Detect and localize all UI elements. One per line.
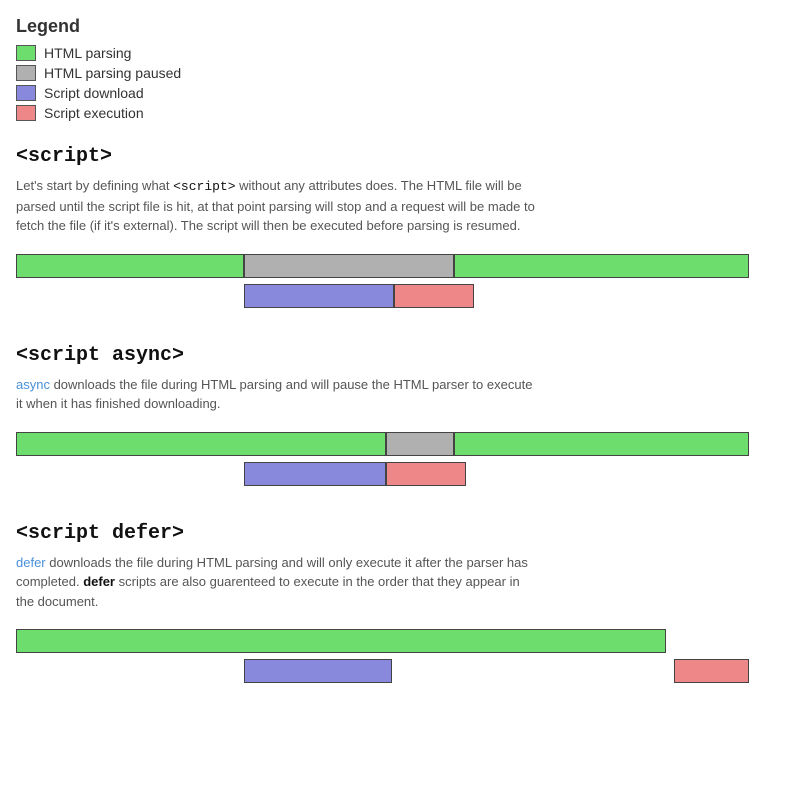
section-script: <script> Let's start by defining what <s… bbox=[16, 145, 771, 320]
legend-color-html-parsing-paused bbox=[16, 65, 36, 81]
bar-async-html-parse-paused bbox=[386, 432, 454, 456]
legend-item-script-execution: Script execution bbox=[16, 105, 771, 121]
legend-color-script-download bbox=[16, 85, 36, 101]
bar-defer-script-download bbox=[244, 659, 392, 683]
bar-script-execution bbox=[394, 284, 474, 308]
legend-color-html-parsing bbox=[16, 45, 36, 61]
defer-keyword: defer bbox=[16, 555, 46, 570]
legend-label-script-execution: Script execution bbox=[44, 105, 144, 121]
bar-async-html-parse-right bbox=[454, 432, 749, 456]
bar-defer-script-execution bbox=[674, 659, 749, 683]
legend-item-script-download: Script download bbox=[16, 85, 771, 101]
bar-script-download bbox=[244, 284, 394, 308]
legend-section: Legend HTML parsing HTML parsing paused … bbox=[16, 16, 771, 121]
section-script-defer-desc: defer downloads the file during HTML par… bbox=[16, 553, 536, 612]
bar-async-script-execution bbox=[386, 462, 466, 486]
bar-defer-html-parse bbox=[16, 629, 666, 653]
section-script-async-desc: async downloads the file during HTML par… bbox=[16, 375, 536, 414]
section-script-title: <script> bbox=[16, 145, 771, 168]
section-script-defer: <script defer> defer downloads the file … bbox=[16, 522, 771, 696]
legend-label-html-parsing: HTML parsing bbox=[44, 45, 131, 61]
section-script-async: <script async> async downloads the file … bbox=[16, 344, 771, 498]
defer-keyword-bold: defer bbox=[83, 574, 115, 589]
legend-title: Legend bbox=[16, 16, 771, 37]
bar-html-parse-left bbox=[16, 254, 244, 278]
legend-item-html-parsing-paused: HTML parsing paused bbox=[16, 65, 771, 81]
diagram-script-defer bbox=[16, 625, 756, 695]
bar-async-script-download bbox=[244, 462, 386, 486]
legend-label-script-download: Script download bbox=[44, 85, 144, 101]
async-keyword: async bbox=[16, 377, 50, 392]
legend-label-html-parsing-paused: HTML parsing paused bbox=[44, 65, 181, 81]
section-script-desc: Let's start by defining what <script> wi… bbox=[16, 176, 536, 236]
bar-async-html-parse-left bbox=[16, 432, 386, 456]
code-script-inline: <script> bbox=[173, 179, 235, 194]
section-script-defer-title: <script defer> bbox=[16, 522, 771, 545]
section-script-async-title: <script async> bbox=[16, 344, 771, 367]
bar-html-parse-right bbox=[454, 254, 749, 278]
legend-color-script-execution bbox=[16, 105, 36, 121]
legend-item-html-parsing: HTML parsing bbox=[16, 45, 771, 61]
diagram-script bbox=[16, 250, 756, 320]
bar-html-parse-paused bbox=[244, 254, 454, 278]
diagram-script-async bbox=[16, 428, 756, 498]
